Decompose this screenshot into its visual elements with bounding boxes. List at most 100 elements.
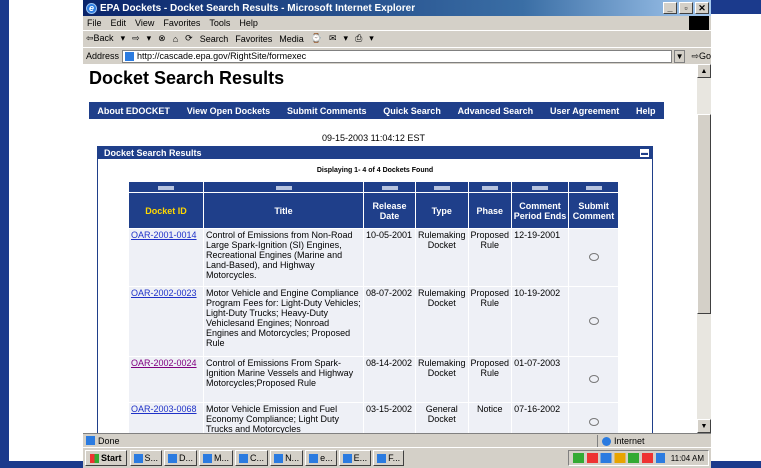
start-label[interactable]: Start	[101, 453, 122, 463]
docket-id-link[interactable]: OAR-2001-0014	[131, 230, 197, 240]
comment-period-ends: 12-19-2001	[511, 228, 570, 287]
search-button[interactable]: Search	[200, 34, 229, 44]
ie-logo-icon: e	[86, 2, 97, 14]
column-header-docket-id[interactable]: Docket ID	[128, 192, 204, 229]
address-field[interactable]: http://cascade.epa.gov/RightSite/formexe…	[122, 49, 672, 63]
app-icon	[309, 453, 319, 463]
menu-help[interactable]: Help	[239, 18, 258, 28]
maximize-button[interactable]: ▫	[679, 2, 693, 14]
nav-advanced-search[interactable]: Advanced Search	[458, 106, 534, 116]
column-header-release-date[interactable]: Release Date	[363, 192, 416, 229]
taskbar-button[interactable]: N...	[270, 450, 304, 466]
taskbar-label[interactable]: E...	[354, 453, 368, 463]
taskbar-label[interactable]: S...	[145, 453, 159, 463]
zone-text: Internet	[614, 436, 645, 446]
collapse-icon[interactable]: ▬	[640, 149, 649, 157]
column-header-phase[interactable]: Phase	[467, 192, 513, 229]
mail-dropdown-icon[interactable]: ▾	[344, 33, 349, 44]
forward-button[interactable]: ⇨	[132, 33, 140, 44]
nav-submit-comments[interactable]: Submit Comments	[287, 106, 367, 116]
mail-button[interactable]: ✉	[329, 33, 337, 44]
docket-id-link[interactable]: OAR-2002-0024	[131, 358, 197, 368]
page-done-icon	[86, 436, 95, 445]
taskbar-label[interactable]: M...	[214, 453, 229, 463]
menu-bar: File Edit View Favorites Tools Help	[83, 16, 711, 30]
nav-help[interactable]: Help	[636, 106, 656, 116]
favorites-button[interactable]: Favorites	[235, 34, 272, 44]
home-button[interactable]: ⌂	[173, 34, 178, 44]
scroll-thumb[interactable]	[697, 114, 711, 314]
nav-about-edocket[interactable]: About EDOCKET	[97, 106, 170, 116]
address-label: Address	[86, 51, 120, 61]
go-button[interactable]: ⇨Go	[691, 51, 711, 62]
print-button[interactable]: ⎙	[355, 33, 362, 44]
taskbar-button[interactable]: S...	[129, 450, 163, 466]
sort-comment-period-icon[interactable]	[532, 186, 549, 190]
edit-dropdown-icon[interactable]: ▾	[369, 33, 374, 44]
scroll-up-icon[interactable]: ▲	[697, 64, 711, 78]
app-icon	[239, 453, 249, 463]
taskbar-label[interactable]: N...	[285, 453, 299, 463]
menu-view[interactable]: View	[135, 18, 154, 28]
menu-edit[interactable]: Edit	[111, 18, 127, 28]
submit-comment-icon[interactable]	[588, 252, 599, 261]
tray-icons[interactable]	[572, 453, 665, 463]
back-dropdown-icon[interactable]: ▾	[121, 33, 126, 44]
submit-comment-icon[interactable]	[588, 316, 599, 325]
address-dropdown-icon[interactable]: ▼	[673, 49, 686, 63]
go-label[interactable]: Go	[699, 51, 711, 61]
docket-phase: Notice	[467, 402, 513, 433]
start-button[interactable]: Start	[85, 450, 127, 466]
submit-comment-icon[interactable]	[588, 417, 599, 426]
taskbar-label[interactable]: C...	[250, 453, 264, 463]
sort-release-date-icon[interactable]	[381, 186, 398, 190]
taskbar-label[interactable]: D...	[179, 453, 193, 463]
sort-phase-icon[interactable]	[481, 186, 498, 190]
nav-user-agreement[interactable]: User Agreement	[550, 106, 619, 116]
close-button[interactable]: ✕	[695, 2, 709, 14]
taskbar-button[interactable]: M...	[199, 450, 234, 466]
submit-comment-icon[interactable]	[588, 374, 599, 383]
sort-submit-comment-icon[interactable]	[585, 186, 602, 190]
slide-right-margin	[716, 0, 761, 468]
vertical-scrollbar[interactable]: ▲ ▼	[697, 64, 711, 433]
menu-tools[interactable]: Tools	[209, 18, 230, 28]
table-row: OAR-2001-0014 Control of Emissions from …	[128, 228, 620, 287]
docket-id-link[interactable]: OAR-2002-0023	[131, 288, 197, 298]
column-header-type[interactable]: Type	[415, 192, 469, 229]
nav-view-open-dockets[interactable]: View Open Dockets	[187, 106, 270, 116]
sort-docket-id-icon[interactable]	[158, 186, 174, 190]
sort-type-icon[interactable]	[433, 186, 450, 190]
docket-type: General Docket	[415, 402, 469, 433]
forward-dropdown-icon[interactable]: ▾	[147, 33, 152, 44]
comment-period-ends: 01-07-2003	[511, 356, 570, 403]
refresh-button[interactable]: ⟳	[185, 33, 193, 44]
address-value[interactable]: http://cascade.epa.gov/RightSite/formexe…	[137, 51, 306, 61]
taskbar: Start S... D... M... C... N... e... E...…	[83, 447, 711, 468]
column-header-title[interactable]: Title	[203, 192, 364, 229]
history-button[interactable]: ⌚	[311, 33, 322, 44]
stop-button[interactable]: ⊗	[158, 33, 166, 44]
menu-file[interactable]: File	[87, 18, 102, 28]
sort-title-icon[interactable]	[275, 186, 292, 190]
page-title: Docket Search Results	[89, 68, 285, 88]
column-header-comment-period-ends[interactable]: Comment Period Ends	[511, 192, 570, 229]
scroll-down-icon[interactable]: ▼	[697, 419, 711, 433]
app-icon	[342, 453, 352, 463]
minimize-button[interactable]: _	[663, 2, 677, 14]
nav-quick-search[interactable]: Quick Search	[383, 106, 441, 116]
media-button[interactable]: Media	[279, 34, 304, 44]
taskbar-label[interactable]: F...	[388, 453, 400, 463]
taskbar-button[interactable]: F...	[373, 450, 405, 466]
slide-left-border	[0, 0, 9, 468]
menu-favorites[interactable]: Favorites	[163, 18, 200, 28]
taskbar-button[interactable]: C...	[235, 450, 269, 466]
taskbar-button[interactable]: D...	[164, 450, 198, 466]
back-button[interactable]: ⇦Back	[86, 33, 114, 44]
docket-id-link[interactable]: OAR-2003-0068	[131, 404, 197, 414]
column-header-submit-comment[interactable]: Submit Comment	[568, 192, 620, 229]
taskbar-button[interactable]: e...	[305, 450, 337, 466]
taskbar-label[interactable]: e...	[320, 453, 333, 463]
release-date: 08-07-2002	[363, 286, 416, 357]
taskbar-button[interactable]: E...	[338, 450, 372, 466]
